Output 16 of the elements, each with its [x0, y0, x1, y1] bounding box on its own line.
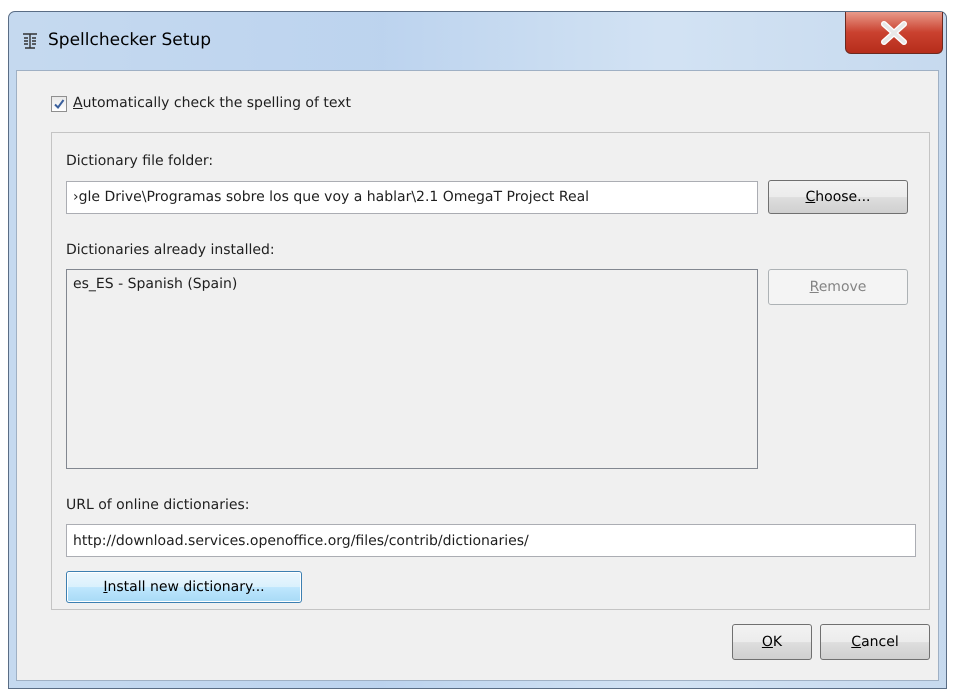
field-label: URL of online dictionaries:	[66, 496, 250, 515]
close-button[interactable]	[845, 12, 943, 54]
window-title: Spellchecker Setup	[48, 29, 211, 52]
close-icon	[879, 20, 909, 44]
url-field[interactable]: http://download.services.openoffice.org/files/contrib/dictionaries/	[66, 524, 916, 557]
list-label: Dictionaries already installed:	[66, 241, 276, 260]
cancel-button[interactable]: Cancel	[820, 624, 930, 660]
app-icon	[20, 31, 40, 51]
list-item[interactable]: es_ES - Spanish (Spain)	[71, 274, 753, 295]
field-label: Dictionary file folder:	[66, 152, 214, 171]
ok-button[interactable]: OK	[732, 624, 812, 660]
checkbox[interactable]	[51, 96, 67, 112]
choose-button[interactable]: Choose...	[768, 180, 908, 214]
install-button[interactable]: Install new dictionary...	[66, 571, 302, 603]
checkbox-label[interactable]: Automatically check the spelling of text	[73, 93, 352, 114]
folder-field[interactable]: ›gle Drive\Programas sobre los que voy a hablar\2.1 OmegaT Project Real	[66, 180, 758, 214]
